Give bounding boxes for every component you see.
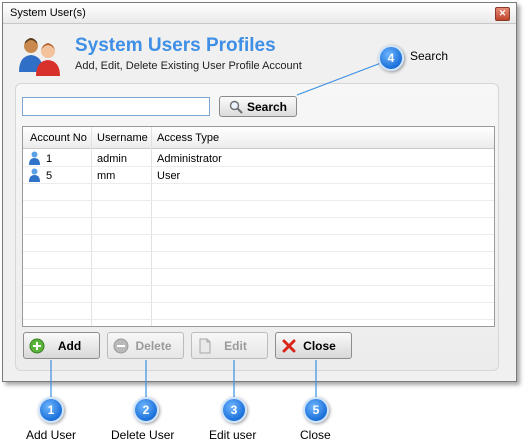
callout-badge: 1 [38, 397, 64, 423]
callout-label: Delete User [111, 428, 175, 442]
callout-label: Add User [26, 428, 77, 442]
callout-badge: 2 [133, 397, 159, 423]
callout-connectors [50, 62, 382, 397]
callout-badge: 4 [378, 45, 404, 71]
callout-label: Edit user [209, 428, 257, 442]
callout-badge: 5 [303, 397, 329, 423]
callout-label: Close [300, 428, 331, 442]
callout-badge: 3 [221, 397, 247, 423]
callout-label: Search [410, 49, 449, 63]
